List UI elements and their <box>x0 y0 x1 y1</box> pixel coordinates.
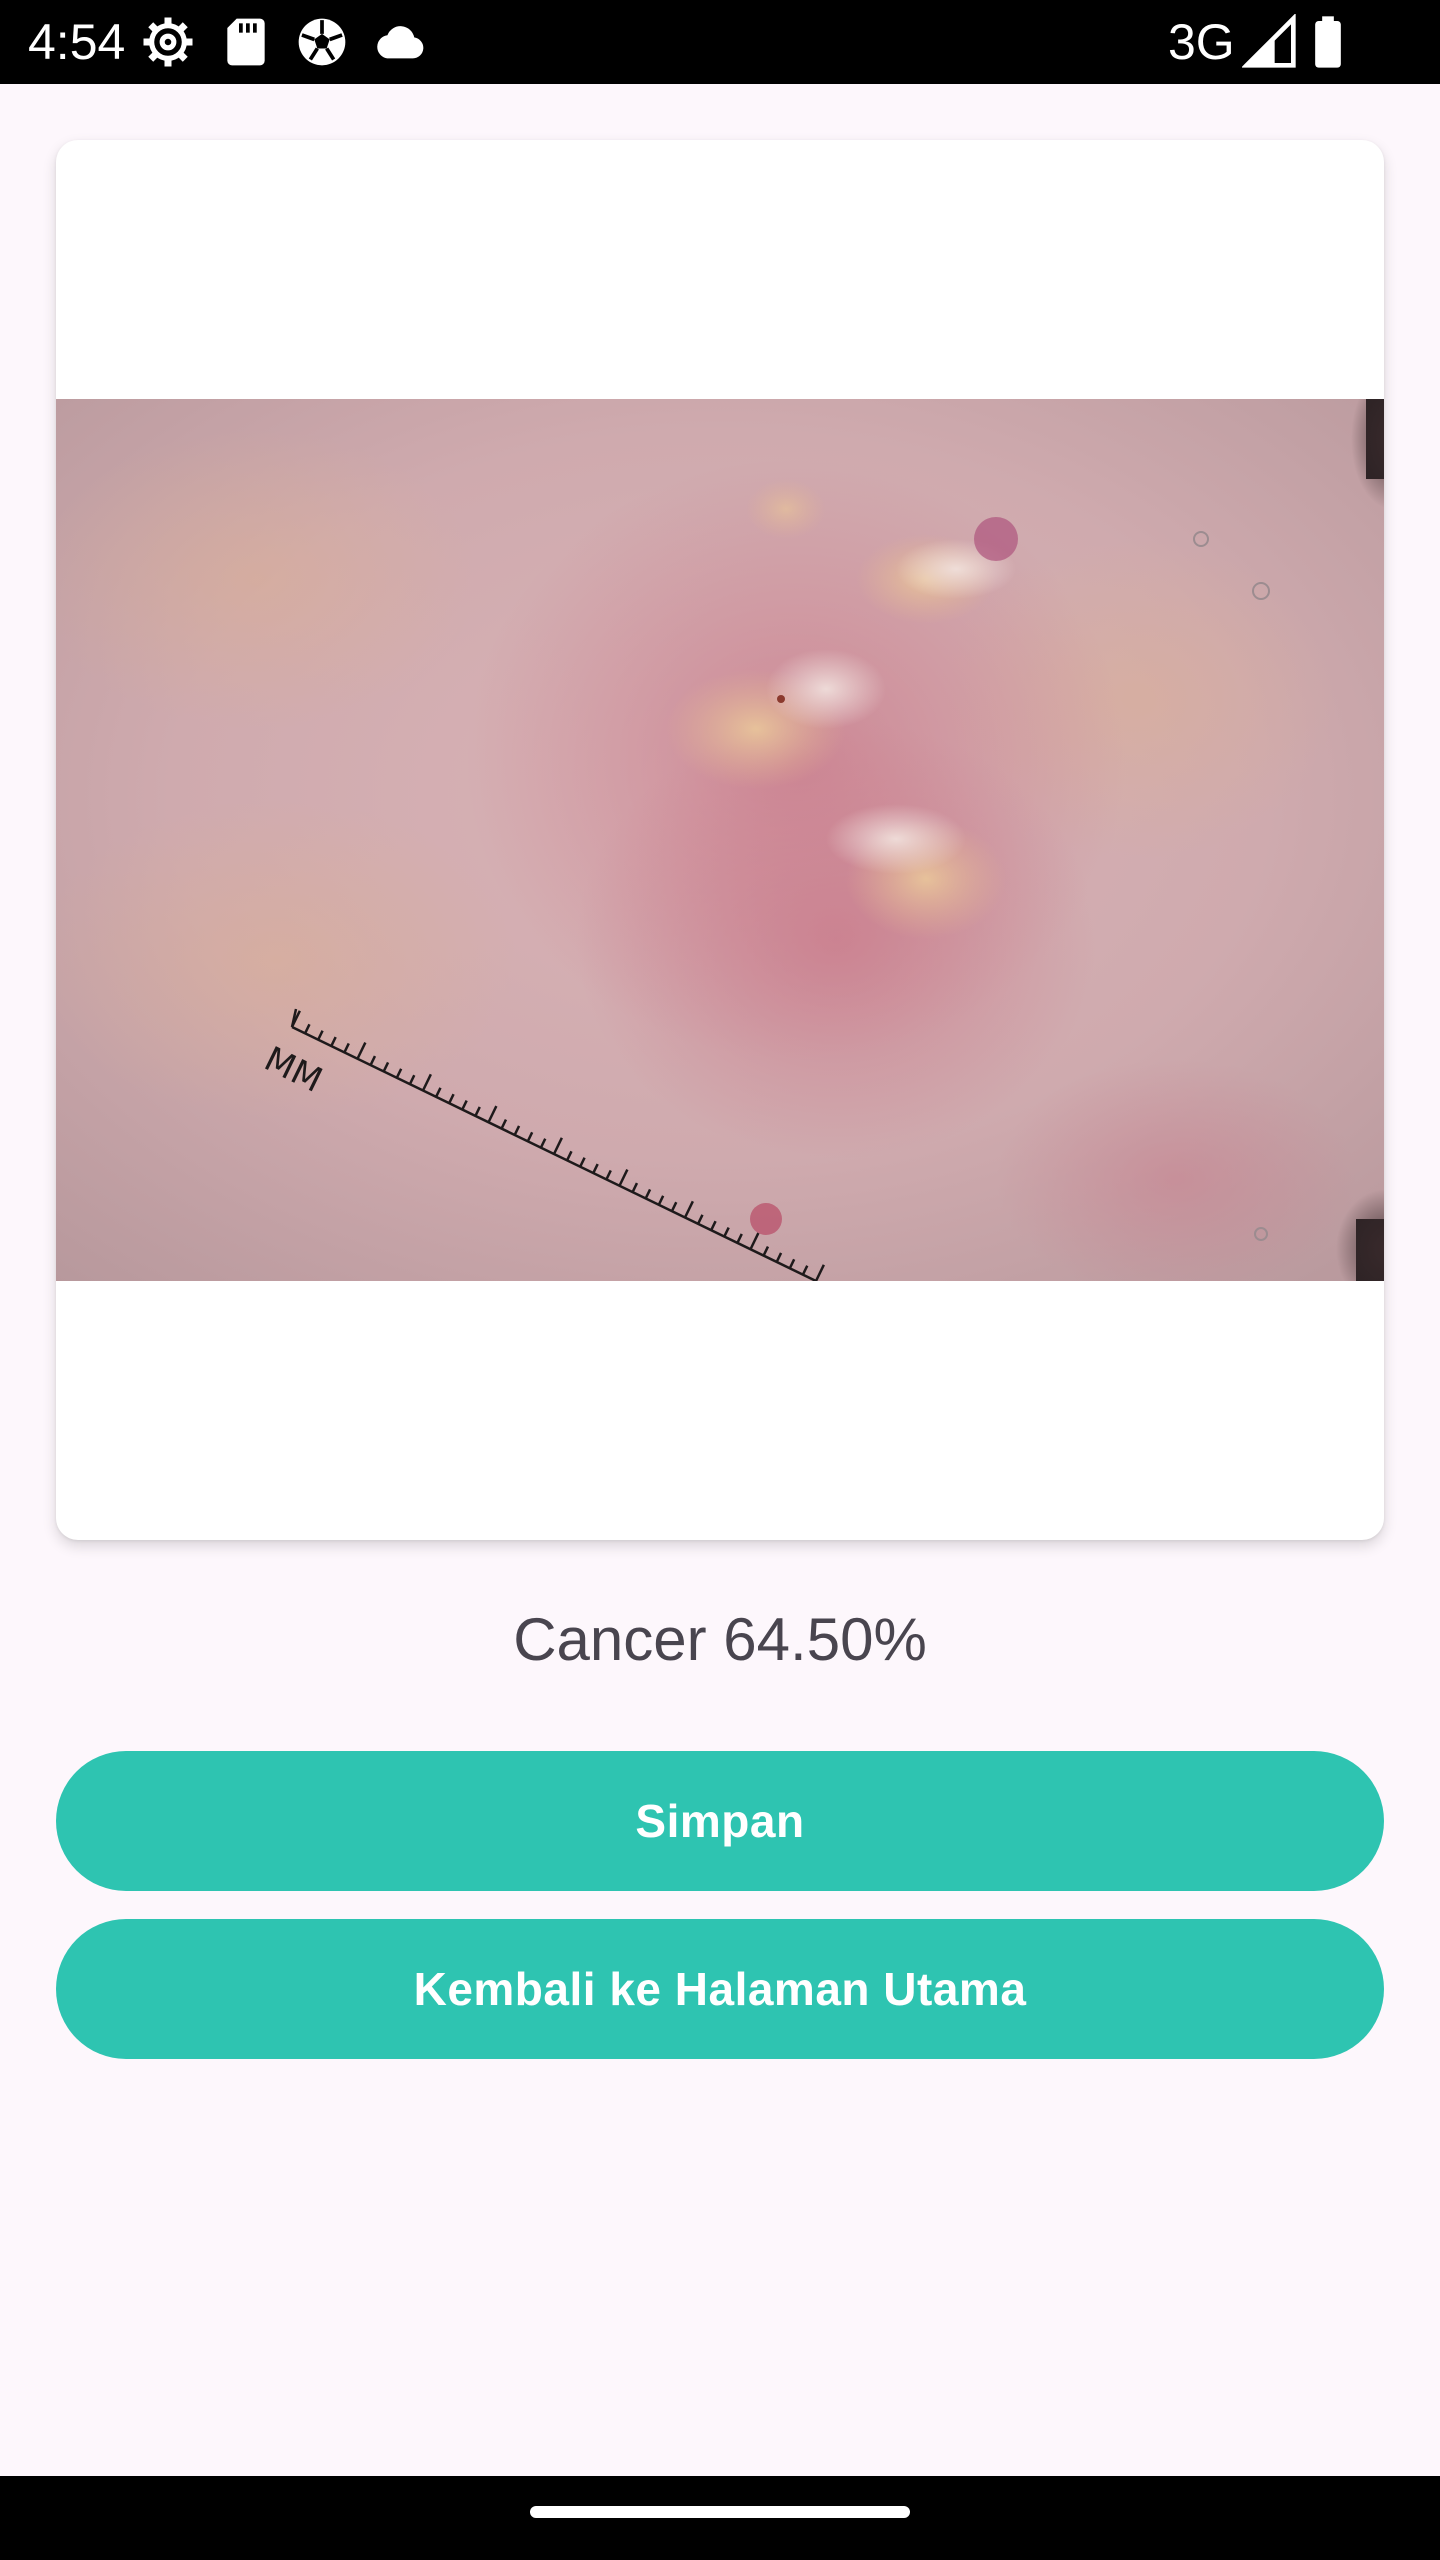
prediction-result: Cancer 64.50% <box>513 1606 927 1673</box>
signal-icon <box>1242 14 1296 68</box>
status-bar: 4:54 3G <box>0 0 1440 84</box>
sd-card-icon <box>227 18 265 66</box>
screen: 4:54 3G MM Cancer 64.50% Simpan Kembali … <box>0 0 1440 2560</box>
cloud-icon <box>377 26 424 59</box>
network-type: 3G <box>1168 14 1235 70</box>
back-to-home-button-label: Kembali ke Halaman Utama <box>413 1963 1027 2015</box>
save-button[interactable]: Simpan <box>56 1751 1384 1891</box>
result-image-card: MM <box>56 140 1384 1540</box>
soccer-ball-icon <box>298 18 346 66</box>
save-button-label: Simpan <box>635 1795 805 1847</box>
battery-icon <box>1315 16 1341 68</box>
back-to-home-button[interactable]: Kembali ke Halaman Utama <box>56 1919 1384 2059</box>
navigation-bar <box>0 2476 1440 2560</box>
status-time: 4:54 <box>28 14 126 70</box>
settings-gear-icon <box>143 17 193 67</box>
home-gesture-handle[interactable] <box>530 2506 910 2518</box>
skin-lesion-image: MM <box>56 399 1384 1281</box>
